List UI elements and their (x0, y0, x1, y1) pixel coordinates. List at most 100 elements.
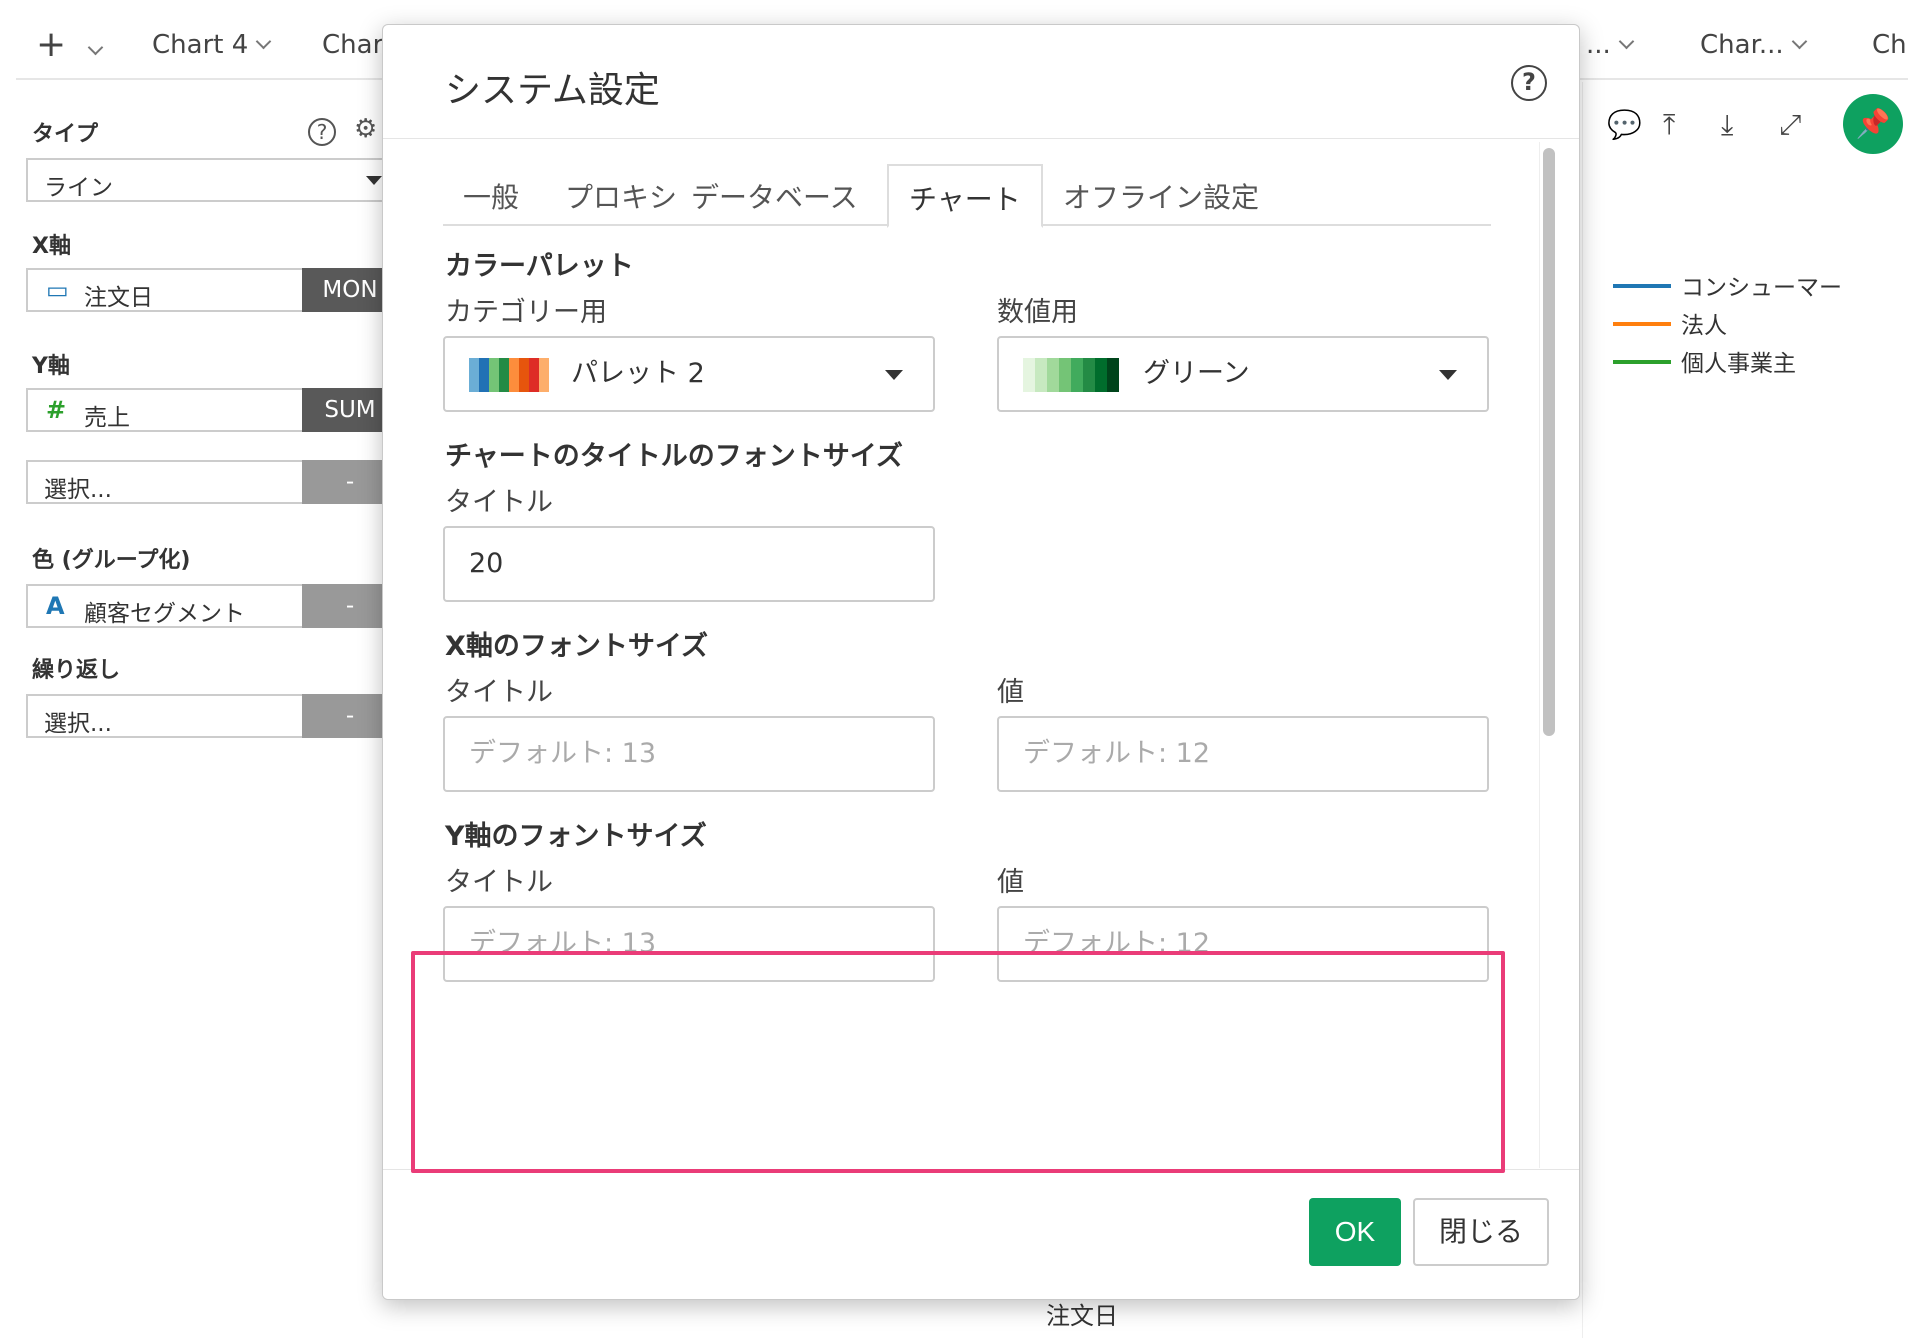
dialog-footer: OK 閉じる (383, 1169, 1579, 1299)
palette-color (519, 358, 529, 392)
category-palette-select[interactable]: パレット 2 (443, 336, 935, 412)
palette-color (1107, 358, 1119, 392)
x-axis-title-font-input[interactable]: デフォルト: 13 (443, 716, 935, 792)
expand-icon[interactable]: ⤢ (1779, 108, 1801, 142)
palette-color (529, 358, 539, 392)
x-axis-value-font-input[interactable]: デフォルト: 12 (997, 716, 1489, 792)
y-axis-font-section-title: Y軸のフォントサイズ (445, 821, 707, 852)
palette-color (1083, 358, 1095, 392)
title-font-title-label: タイトル (445, 487, 553, 518)
y-axis-font-title-label: タイトル (445, 867, 553, 898)
settings-tabs: 一般 プロキシ データベース チャート オフライン設定 (443, 164, 1491, 228)
palette-color (1071, 358, 1083, 392)
tab-database[interactable]: データベース (671, 164, 878, 226)
download-icon[interactable]: ⤓ (1721, 108, 1733, 142)
legend-swatch (1613, 359, 1671, 364)
palette-color (539, 358, 549, 392)
y-axis-title-font-input[interactable]: デフォルト: 13 (443, 906, 935, 982)
color-group-label: 色 (グループ化) (32, 548, 191, 573)
palette-color (479, 358, 489, 392)
chevron-down-icon (1791, 33, 1807, 50)
upload-icon[interactable]: ⤒ (1663, 108, 1675, 142)
caret-down-icon (366, 176, 382, 185)
palette-color (1095, 358, 1107, 392)
ok-button[interactable]: OK (1309, 1198, 1401, 1266)
x-axis-field[interactable]: ▭ 注文日 MON (26, 268, 398, 312)
color-group-field[interactable]: A 顧客セグメント - (26, 584, 398, 628)
palette-color (489, 358, 499, 392)
palette-color (499, 358, 509, 392)
palette-color (1047, 358, 1059, 392)
category-palette-label: カテゴリー用 (445, 297, 607, 328)
x-axis-title: 注文日 (1046, 1302, 1118, 1330)
palette-color (509, 358, 519, 392)
x-axis-font-title-label: タイトル (445, 677, 553, 708)
title-font-section-title: チャートのタイトルのフォントサイズ (445, 441, 903, 472)
chevron-down-icon[interactable] (87, 39, 104, 56)
dialog-header: システム設定 ? (383, 25, 1579, 139)
legend-item: コンシューマー (1613, 268, 1842, 302)
color-palette-title: カラーパレット (445, 251, 634, 282)
palette-color (1023, 358, 1035, 392)
help-icon[interactable]: ? (1511, 65, 1547, 101)
chart-tab-4[interactable]: Chart 4 (152, 30, 272, 60)
legend-item: 個人事業主 (1613, 344, 1796, 378)
palette-swatch (1023, 358, 1119, 392)
numeric-palette-value: グリーン (1143, 358, 1250, 389)
chart-tab-char[interactable]: Char... (1700, 30, 1807, 60)
tab-general[interactable]: 一般 (443, 164, 539, 226)
dialog-body: 一般 プロキシ データベース チャート オフライン設定 カラーパレット カテゴリ… (383, 140, 1579, 1170)
chart-type-value: ライン (44, 175, 113, 201)
x-axis-font-value-label: 値 (997, 677, 1024, 708)
y-axis-field-name: 売上 (84, 405, 130, 431)
color-group-field-name: 顧客セグメント (84, 601, 245, 627)
palette-color (1059, 358, 1071, 392)
chart-tab-overflow[interactable]: ... (1586, 30, 1635, 60)
scrollbar-thumb[interactable] (1543, 148, 1555, 736)
calendar-icon: ▭ (46, 276, 69, 304)
chart-type-select[interactable]: ライン (26, 158, 398, 202)
palette-swatch (469, 358, 549, 392)
dialog-title: システム設定 (445, 70, 660, 111)
y-axis-field[interactable]: # 売上 SUM (26, 388, 398, 432)
add-tab-button[interactable]: + (36, 24, 66, 65)
tab-offline[interactable]: オフライン設定 (1043, 164, 1279, 226)
y-axis-second-field[interactable]: 選択... - (26, 460, 398, 504)
chevron-down-icon (1618, 33, 1635, 50)
system-settings-dialog: システム設定 ? 一般 プロキシ データベース チャート オフライン設定 カラー… (382, 24, 1580, 1300)
caret-down-icon (1439, 370, 1457, 380)
chart-tab-ch[interactable]: Ch (1872, 30, 1907, 60)
chart-area-right: 💬 ⤒ ⤓ ⤢ 📌 コンシューマー 法人 個人事業主 (1582, 82, 1908, 1338)
number-icon: # (46, 396, 67, 424)
pin-icon[interactable]: 📌 (1843, 94, 1903, 154)
numeric-palette-select[interactable]: グリーン (997, 336, 1489, 412)
chart-config-panel: タイプ ? ⚙ ライン X軸 ▭ 注文日 MON Y軸 # 売上 SUM 選択.… (16, 82, 398, 1338)
numeric-palette-label: 数値用 (997, 297, 1078, 328)
tab-chart[interactable]: チャート (887, 164, 1043, 228)
y-axis-font-value-label: 値 (997, 867, 1024, 898)
repeat-placeholder: 選択... (44, 711, 112, 737)
text-type-icon: A (46, 592, 65, 620)
legend-item: 法人 (1613, 306, 1727, 340)
comment-icon[interactable]: 💬 (1607, 108, 1642, 141)
repeat-field[interactable]: 選択... - (26, 694, 398, 738)
help-icon[interactable]: ? (308, 118, 336, 146)
x-axis-label: X軸 (32, 234, 71, 259)
x-axis-field-name: 注文日 (84, 285, 153, 311)
palette-color (1035, 358, 1047, 392)
y-axis-value-font-input[interactable]: デフォルト: 12 (997, 906, 1489, 982)
chevron-down-icon (255, 33, 272, 50)
x-axis-font-section-title: X軸のフォントサイズ (445, 631, 709, 662)
category-palette-value: パレット 2 (571, 358, 705, 389)
gear-icon[interactable]: ⚙ (354, 114, 377, 144)
type-label: タイプ (32, 122, 99, 147)
title-font-size-input[interactable]: 20 (443, 526, 935, 602)
repeat-label: 繰り返し (32, 658, 121, 683)
y-axis-second-placeholder: 選択... (44, 477, 112, 503)
close-button[interactable]: 閉じる (1413, 1198, 1549, 1266)
palette-color (469, 358, 479, 392)
legend-swatch (1613, 321, 1671, 326)
legend-swatch (1613, 283, 1671, 288)
y-axis-label: Y軸 (32, 354, 70, 379)
caret-down-icon (885, 370, 903, 380)
